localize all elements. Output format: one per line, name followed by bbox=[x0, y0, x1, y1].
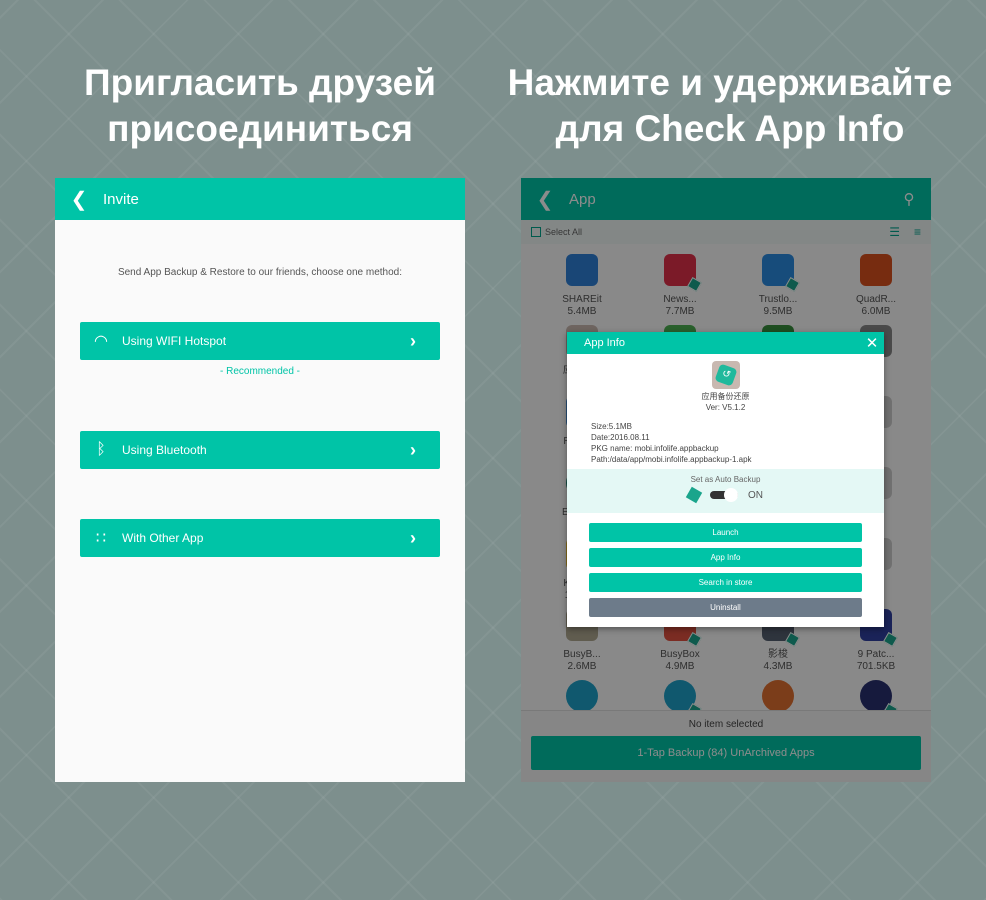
wifi-icon: ◠ bbox=[94, 333, 108, 350]
headline-left: Пригласить друзей присоединиться bbox=[84, 62, 436, 149]
app-path: Path:/data/app/mobi.infolife.appbackup-1… bbox=[591, 455, 752, 464]
page-title: Invite bbox=[103, 190, 139, 208]
headline-right: Нажмите и удерживайте для Check App Info bbox=[507, 62, 953, 149]
toggle-state: ON bbox=[748, 489, 763, 501]
app-date: Date:2016.08.11 bbox=[591, 433, 650, 442]
close-icon[interactable]: ✕ bbox=[860, 334, 884, 352]
app-bar: ❮ Invite bbox=[55, 178, 465, 220]
other-app-button[interactable]: ∷ With Other App › bbox=[80, 519, 440, 557]
app-info-button[interactable]: App Info bbox=[589, 548, 862, 567]
app-size: Size:5.1MB bbox=[591, 422, 632, 431]
grid-icon: ∷ bbox=[95, 530, 107, 547]
app-info-dialog: App Info ✕ ↺ 应用备份还原 Ver: V5.1.2 Size:5.1… bbox=[567, 332, 884, 627]
chevron-right-icon: › bbox=[410, 439, 416, 460]
search-in-store-button[interactable]: Search in store bbox=[589, 573, 862, 592]
auto-backup-section: Set as Auto Backup ON bbox=[567, 469, 884, 513]
cube-icon bbox=[685, 486, 703, 504]
app-icon: ↺ bbox=[711, 361, 740, 389]
auto-backup-label: Set as Auto Backup bbox=[690, 475, 761, 484]
invite-message: Send App Backup & Restore to our friends… bbox=[117, 267, 403, 278]
bluetooth-icon: ᛒ bbox=[96, 441, 106, 458]
dialog-header: App Info ✕ bbox=[567, 332, 884, 354]
uninstall-button[interactable]: Uninstall bbox=[589, 598, 862, 617]
invite-screen: ❮ Invite Send App Backup & Restore to ou… bbox=[55, 178, 465, 782]
wifi-hotspot-button[interactable]: ◠ Using WIFI Hotspot › bbox=[80, 322, 440, 360]
app-version: Ver: V5.1.2 bbox=[705, 403, 746, 412]
chevron-right-icon: › bbox=[410, 527, 416, 548]
app-details: Size:5.1MB Date:2016.08.11 PKG name: mob… bbox=[567, 413, 884, 465]
app-name: 应用备份还原 bbox=[701, 392, 750, 401]
option-label: Using Bluetooth bbox=[122, 443, 207, 457]
dialog-title: App Info bbox=[584, 337, 625, 349]
option-label: Using WIFI Hotspot bbox=[122, 334, 227, 348]
back-icon[interactable]: ❮ bbox=[55, 187, 103, 212]
recommended-label: - Recommended - bbox=[219, 366, 301, 377]
auto-backup-toggle[interactable] bbox=[710, 488, 738, 502]
option-label: With Other App bbox=[122, 531, 204, 545]
bluetooth-button[interactable]: ᛒ Using Bluetooth › bbox=[80, 431, 440, 469]
launch-button[interactable]: Launch bbox=[589, 523, 862, 542]
chevron-right-icon: › bbox=[410, 330, 416, 351]
app-pkg: PKG name: mobi.infolife.appbackup bbox=[591, 444, 719, 453]
